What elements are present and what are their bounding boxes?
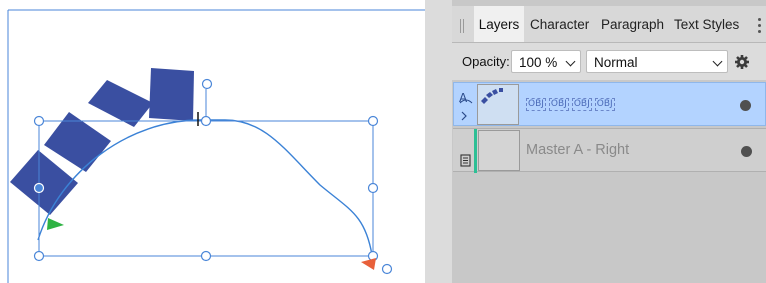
layer-thumbnail	[477, 84, 519, 125]
obj-tag: OBJ	[571, 98, 592, 111]
handle-top-middle	[200, 115, 212, 127]
panel-tab-bar: Layers Character Paragraph Text Styles	[452, 6, 766, 43]
tab-layers[interactable]: Layers	[474, 6, 524, 42]
selection-handles[interactable]	[33, 78, 393, 275]
path-end-marker[interactable]	[361, 258, 376, 270]
gear-icon[interactable]	[734, 54, 750, 70]
path-start-marker[interactable]	[47, 218, 64, 230]
handle-bottom-middle	[200, 250, 212, 262]
handle-middle-right	[367, 182, 379, 194]
obj-tag: OBJ	[548, 98, 569, 111]
obj-tag: OBJ	[594, 98, 615, 111]
layer-row-text-path[interactable]: A OBJ OBJ OBJ OBJ	[453, 82, 766, 126]
glyph-square-4	[149, 68, 194, 121]
layers-panel: Layers Character Paragraph Text Styles O…	[452, 0, 766, 283]
panel-menu-icon[interactable]	[758, 18, 762, 34]
rotation-handle-bottom	[381, 263, 393, 275]
artwork[interactable]	[0, 0, 425, 283]
layer-row-master[interactable]: Master A - Right	[453, 128, 766, 173]
opacity-value: 100 %	[519, 55, 558, 70]
document-canvas[interactable]	[0, 0, 425, 283]
blend-mode-value: Normal	[594, 55, 638, 70]
layer-name: Master A - Right	[526, 142, 630, 158]
text-path-icon[interactable]: A	[457, 86, 474, 126]
tab-text-styles[interactable]: Text Styles	[674, 6, 739, 42]
opacity-label: Opacity:	[462, 54, 510, 69]
layer-thumbnail	[478, 130, 520, 171]
handle-bottom-left	[33, 250, 45, 262]
layer-object-tags: OBJ OBJ OBJ OBJ	[526, 98, 615, 111]
glyph-square-3	[88, 80, 153, 127]
obj-tag: OBJ	[526, 98, 546, 111]
tab-paragraph[interactable]: Paragraph	[601, 6, 664, 42]
panel-grip-icon[interactable]	[460, 19, 464, 33]
master-page-icon[interactable]	[456, 141, 473, 181]
visibility-toggle[interactable]	[741, 146, 752, 157]
rotation-handle	[201, 78, 213, 90]
chevron-down-icon	[565, 56, 576, 67]
chevron-down-icon	[712, 56, 723, 67]
handle-top-right	[367, 115, 379, 127]
tab-character[interactable]: Character	[530, 6, 589, 42]
layer-options-row: Opacity: 100 % Normal	[452, 43, 766, 80]
master-color-bar	[474, 129, 477, 173]
panel-gutter	[425, 0, 452, 283]
visibility-toggle[interactable]	[740, 100, 751, 111]
path-text-glyphs[interactable]	[10, 68, 194, 215]
opacity-select[interactable]: 100 %	[511, 50, 581, 73]
blend-mode-select[interactable]: Normal	[586, 50, 728, 73]
handle-top-left	[33, 115, 45, 127]
handle-middle-left[interactable]	[33, 182, 45, 194]
